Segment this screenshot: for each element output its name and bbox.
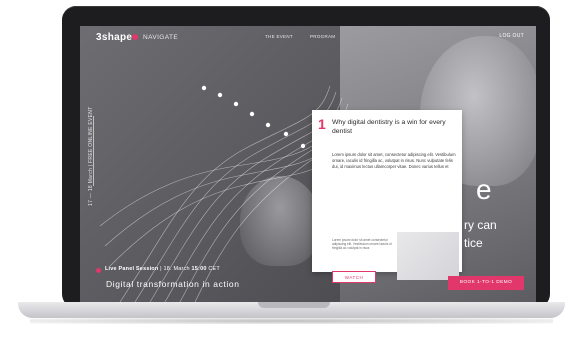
timeline-dot[interactable]: [201, 85, 207, 91]
timeline-dot[interactable]: [217, 92, 223, 98]
live-session-label: Live Panel Session: [105, 266, 159, 272]
timeline-dot[interactable]: [283, 131, 289, 137]
article-card: 1 Why digital dentistry is a win for eve…: [312, 110, 462, 283]
book-demo-button[interactable]: BOOK 1-TO-1 DEMO: [448, 276, 524, 290]
live-session-info: Live Panel Session | 18. March 15:00 CET: [105, 266, 220, 272]
top-nav: 3shape NAVIGATE THE EVENT PROGRAM LOG OU…: [80, 26, 536, 48]
live-session-date: | 18. March: [160, 266, 190, 272]
logo[interactable]: 3shape: [96, 32, 132, 43]
hero-line-2: tice: [464, 236, 483, 250]
screen: 3shape NAVIGATE THE EVENT PROGRAM LOG OU…: [80, 26, 536, 302]
session-subtitle: Digital transformation in action: [106, 279, 240, 289]
timeline-dot[interactable]: [265, 122, 271, 128]
timeline-dot[interactable]: [233, 101, 239, 107]
nav-link-event[interactable]: THE EVENT: [265, 34, 293, 39]
live-indicator-icon: [96, 268, 101, 273]
wave-artwork: [99, 85, 361, 302]
event-date-label: 17 — 18 March | FREE ONLINE EVENT: [88, 106, 94, 206]
live-session-timezone: CET: [208, 266, 220, 272]
laptop-shadow: [30, 318, 553, 324]
watch-button[interactable]: WATCH: [332, 271, 376, 283]
card-body: Lorem ipsum dolor sit amet, consectetur …: [332, 152, 456, 169]
card-image: [397, 232, 459, 280]
logout-link[interactable]: LOG OUT: [499, 33, 524, 39]
brand-subtitle: NAVIGATE: [143, 34, 179, 41]
hero-line-1: ry can: [464, 218, 497, 232]
card-title: Why digital dentistry is a win for every…: [332, 119, 446, 135]
timeline-dot[interactable]: [249, 111, 255, 117]
hero-heading-fragment: e: [476, 174, 492, 205]
card-number: 1: [318, 116, 326, 132]
nav-link-program[interactable]: PROGRAM: [310, 34, 335, 39]
laptop-notch: [258, 302, 330, 308]
live-session-time: 15:00: [191, 266, 207, 272]
timeline-dot[interactable]: [300, 143, 306, 149]
logo-mark-icon: [132, 34, 138, 40]
card-small-text: Lorem ipsum dolor sit amet consectetur a…: [332, 238, 392, 251]
